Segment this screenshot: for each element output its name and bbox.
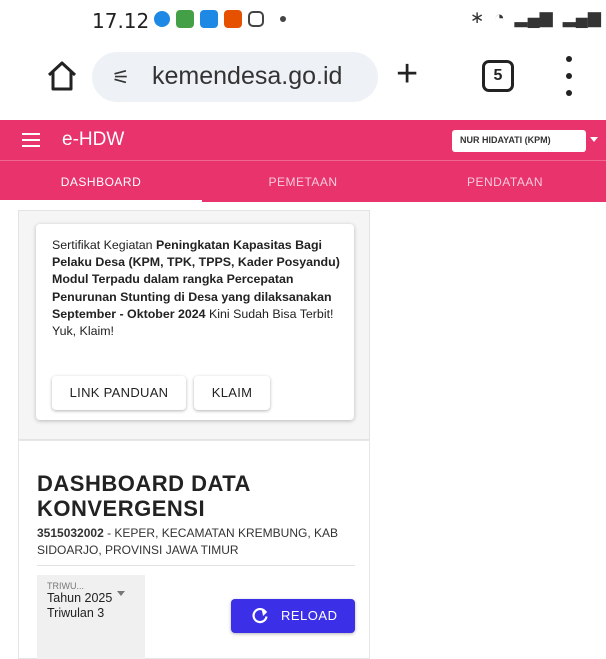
certificate-message: Sertifikat Kegiatan Peningkatan Kapasita… <box>52 237 348 340</box>
reload-icon <box>252 607 268 624</box>
link-panduan-button[interactable]: LINK PANDUAN <box>52 376 186 410</box>
tab-pendataan[interactable]: PENDATAAN <box>404 161 606 203</box>
app-notification-icon <box>224 10 242 28</box>
triwulan-select[interactable]: TRIWU... Tahun 2025 Triwulan 3 <box>37 575 145 659</box>
system-status-icons: ∗ ◔ ▂▄▆ ▂▄▆ 70 <box>470 8 606 28</box>
signal-icon: ▂▄▆ <box>562 8 601 27</box>
reload-label: RELOAD <box>281 608 338 623</box>
menu-icon[interactable] <box>22 133 40 147</box>
dashboard-card: DASHBOARD DATA KONVERGENSI 3515032002 - … <box>18 440 370 659</box>
reload-button[interactable]: RELOAD <box>231 599 355 633</box>
wifi-icon: ◔ <box>494 8 505 27</box>
location-text: 3515032002 - KEPER, KECAMATAN KREMBUNG, … <box>37 525 367 559</box>
app-bar: e-HDW NUR HIDAYATI (KPM) <box>0 120 606 160</box>
tab-bar: DASHBOARD PEMETAAN PENDATAAN <box>0 160 606 203</box>
app-notification-icon <box>176 10 194 28</box>
certificate-text: Kini Sudah Bisa Terbit! <box>205 306 334 321</box>
address-bar[interactable]: ⚟ kemendesa.go.id <box>92 52 378 102</box>
browser-toolbar: ⚟ kemendesa.go.id + 5 <box>0 46 606 110</box>
chevron-down-icon[interactable] <box>590 137 598 142</box>
notification-icons <box>154 10 286 28</box>
site-settings-icon[interactable]: ⚟ <box>112 65 130 90</box>
certificate-text: Sertifikat Kegiatan <box>52 238 157 252</box>
location-code: 3515032002 <box>37 526 104 540</box>
chevron-down-icon[interactable] <box>117 591 125 596</box>
klaim-button[interactable]: KLAIM <box>194 376 270 410</box>
triwulan-label: TRIWU... <box>47 581 84 591</box>
user-select[interactable]: NUR HIDAYATI (KPM) <box>452 130 586 152</box>
more-notifications-icon <box>280 16 286 22</box>
tab-label: DASHBOARD <box>60 175 142 189</box>
app-notification-icon <box>200 10 218 28</box>
new-tab-icon[interactable]: + <box>396 52 418 96</box>
tab-pemetaan[interactable]: PEMETAAN <box>202 161 404 203</box>
tab-label: PEMETAAN <box>268 175 338 189</box>
divider <box>37 565 355 566</box>
more-menu-icon[interactable] <box>566 56 574 96</box>
status-time: 17.12 <box>92 9 150 33</box>
main-content: Sertifikat Kegiatan Peningkatan Kapasita… <box>0 202 606 659</box>
certificate-card: Sertifikat Kegiatan Peningkatan Kapasita… <box>36 224 354 420</box>
app-title: e-HDW <box>62 129 125 150</box>
certificate-cta-text: Yuk, Klaim! <box>52 324 114 339</box>
url-text[interactable]: kemendesa.go.id <box>152 62 342 91</box>
chrome-notification-icon <box>154 11 170 27</box>
dashboard-title: DASHBOARD DATA KONVERGENSI <box>37 471 251 521</box>
home-icon[interactable] <box>44 58 80 94</box>
instagram-notification-icon <box>248 11 264 27</box>
status-bar: 17.12 ∗ ◔ ▂▄▆ ▂▄▆ 70 <box>0 0 606 40</box>
bluetooth-icon: ∗ <box>470 8 485 27</box>
triwulan-value: Tahun 2025 Triwulan 3 <box>47 591 113 620</box>
tab-label: PENDATAAN <box>466 175 544 189</box>
tab-switcher-icon[interactable]: 5 <box>482 60 514 92</box>
signal-icon: ▂▄▆ <box>514 8 553 27</box>
tab-dashboard[interactable]: DASHBOARD <box>0 161 202 203</box>
